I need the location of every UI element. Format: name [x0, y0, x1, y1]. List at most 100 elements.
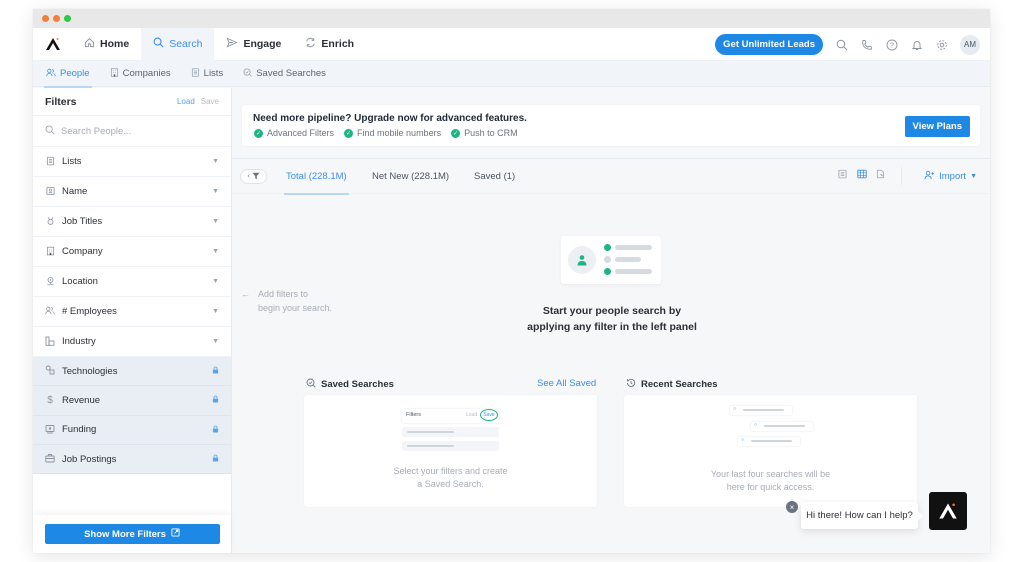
save-filters-link[interactable]: Save: [201, 97, 219, 106]
gear-icon[interactable]: [935, 38, 948, 51]
filter-label: Technologies: [62, 365, 118, 377]
filter-label: Job Titles: [62, 216, 103, 227]
empty-state-title: Start your people search by applying any…: [472, 303, 752, 335]
feature-item: ✓ Push to CRM: [451, 128, 518, 138]
tab-saved[interactable]: Saved (1): [474, 159, 515, 194]
toggle-filters-button[interactable]: ‹: [240, 169, 267, 184]
nav-search[interactable]: Search: [141, 27, 215, 61]
see-all-saved-link[interactable]: See All Saved: [537, 378, 596, 389]
filter-lists[interactable]: Lists ▼: [33, 147, 231, 177]
subnav-companies[interactable]: Companies: [102, 61, 179, 87]
phone-icon[interactable]: [860, 38, 873, 51]
apollo-logo[interactable]: [34, 28, 72, 61]
filter-job-postings[interactable]: Job Postings: [33, 444, 231, 475]
chevron-down-icon: ▼: [212, 158, 219, 165]
import-label: Import: [939, 171, 967, 182]
tab-total[interactable]: Total (228.1M): [284, 159, 349, 195]
subnav-lists[interactable]: Lists: [183, 61, 232, 87]
chevron-down-icon: ▼: [212, 188, 219, 195]
filter-industry[interactable]: Industry ▼: [33, 327, 231, 357]
load-filters-link[interactable]: Load: [177, 97, 195, 106]
id-badge-icon: [45, 186, 55, 198]
placeholder-line: [615, 245, 652, 250]
nav-engage[interactable]: Engage: [214, 28, 293, 61]
refresh-icon: [305, 37, 316, 51]
chat-message: Hi there! How can I help?: [806, 510, 913, 521]
window-maximize-button[interactable]: [64, 15, 71, 22]
subnav-lists-label: Lists: [203, 68, 224, 79]
lock-icon: [212, 366, 219, 376]
results-tabs-bar: ‹ Total (228.1M) Net New (228.1M) Saved …: [232, 158, 990, 195]
user-avatar[interactable]: AM: [960, 34, 980, 55]
illustration-row: [402, 441, 499, 451]
saved-searches-panel: Filters Load Save Select your filters an…: [304, 395, 597, 507]
filter-employees[interactable]: # Employees ▼: [33, 297, 231, 327]
bell-icon[interactable]: [910, 38, 923, 51]
table-view-icon[interactable]: [857, 169, 867, 181]
divider: [901, 167, 902, 185]
subnav-saved-searches[interactable]: Saved Searches: [235, 61, 334, 87]
get-unlimited-leads-button[interactable]: Get Unlimited Leads: [715, 34, 823, 55]
nav-home-label: Home: [100, 38, 130, 50]
filter-location[interactable]: Location ▼: [33, 267, 231, 297]
list-view-icon[interactable]: [838, 169, 848, 181]
send-icon: [226, 37, 239, 51]
saved-desc-line-1: Select your filters and create: [393, 466, 508, 476]
chat-close-button[interactable]: ×: [786, 501, 798, 513]
chevron-down-icon: ▼: [212, 248, 219, 255]
filter-label: Location: [62, 276, 98, 287]
content-area: Filters Load Save Lists ▼ Name: [33, 88, 990, 553]
view-plans-button[interactable]: View Plans: [904, 116, 970, 137]
saved-searches-heading: Saved Searches: [306, 378, 394, 391]
filter-name[interactable]: Name ▼: [33, 177, 231, 207]
recent-searches-panel: ○ ○ ○ Your last four searches will be he…: [624, 395, 917, 507]
import-dropdown[interactable]: Import ▼: [924, 170, 977, 183]
search-icon[interactable]: [835, 38, 848, 51]
location-pin-icon: [45, 276, 55, 288]
empty-title-line-1: Start your people search by: [542, 305, 682, 317]
filter-funding[interactable]: Funding: [33, 415, 231, 445]
search-results-area: Need more pipeline? Upgrade now for adva…: [232, 88, 990, 553]
feature-item: ✓ Find mobile numbers: [344, 128, 441, 138]
external-link-icon: [171, 528, 180, 540]
filter-technologies[interactable]: Technologies: [33, 357, 231, 387]
window-minimize-button[interactable]: [53, 15, 60, 22]
help-icon[interactable]: ?: [885, 38, 898, 51]
list-icon: [45, 156, 55, 168]
chat-launcher-button[interactable]: [929, 492, 967, 530]
empty-circle-icon: [604, 256, 611, 263]
subnav-people[interactable]: People: [38, 61, 98, 88]
export-icon[interactable]: [876, 169, 886, 181]
filter-revenue[interactable]: $ Revenue: [33, 386, 231, 416]
tab-net-new[interactable]: Net New (228.1M): [372, 159, 449, 194]
top-navigation: Home Search Engage Enrich Get Unlimited …: [33, 27, 990, 61]
search-people-input[interactable]: [61, 125, 211, 137]
check-circle-icon: ✓: [451, 128, 461, 138]
dollar-icon: $: [47, 394, 53, 406]
building-icon: [110, 68, 119, 79]
nav-enrich[interactable]: Enrich: [293, 28, 366, 61]
filters-header: Filters Load Save: [33, 88, 231, 116]
banner-features: ✓ Advanced Filters ✓ Find mobile numbers ✓…: [254, 128, 518, 138]
saved-searches-title: Saved Searches: [321, 379, 394, 390]
briefcase-icon: [45, 453, 55, 465]
check-circle-icon: [604, 268, 611, 275]
chat-greeting-bubble[interactable]: Hi there! How can I help?: [801, 502, 923, 529]
app-window: Home Search Engage Enrich Get Unlimited …: [33, 9, 990, 553]
check-circle-icon: [604, 244, 611, 251]
filter-company[interactable]: Company ▼: [33, 237, 231, 267]
check-circle-icon: ✓: [254, 128, 263, 138]
saved-search-icon: [243, 68, 252, 79]
chevron-down-icon: ▼: [212, 338, 219, 345]
search-icon: [153, 37, 164, 51]
saved-desc-line-2: a Saved Search.: [417, 479, 484, 489]
nav-home[interactable]: Home: [72, 28, 141, 61]
nav-search-label: Search: [169, 38, 203, 50]
filter-job-titles[interactable]: Job Titles ▼: [33, 207, 231, 237]
window-close-button[interactable]: [42, 15, 49, 22]
technologies-icon: [45, 365, 55, 377]
upgrade-banner: Need more pipeline? Upgrade now for adva…: [242, 105, 980, 146]
show-more-filters-button[interactable]: Show More Filters: [44, 524, 220, 544]
filter-label: Job Postings: [62, 453, 117, 465]
window-titlebar: [33, 9, 990, 28]
